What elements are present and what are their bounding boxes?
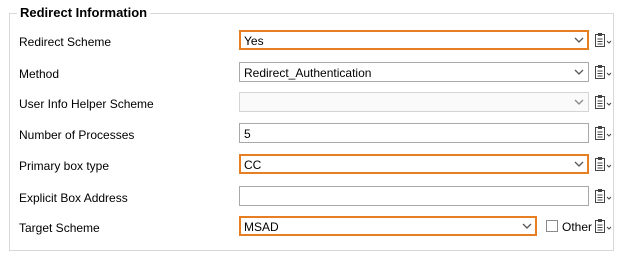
chevron-down-icon	[574, 99, 584, 105]
clipboard-menu-icon[interactable]	[594, 188, 614, 204]
explicit-box-address-input[interactable]	[239, 186, 589, 206]
other-checkbox-label: Other	[562, 220, 593, 234]
clipboard-menu-icon[interactable]	[594, 64, 614, 80]
number-of-processes-input[interactable]: 5	[239, 123, 589, 143]
row-target-scheme: Target Scheme MSAD Other	[0, 216, 625, 240]
chevron-down-icon	[574, 161, 584, 167]
clipboard-menu-icon[interactable]	[594, 94, 614, 110]
redirect-scheme-select[interactable]: Yes	[239, 30, 589, 50]
row-method: Method Redirect_Authentication	[0, 62, 625, 86]
clipboard-menu-icon[interactable]	[594, 156, 614, 172]
primary-box-type-value: CC	[244, 158, 262, 172]
target-scheme-value: MSAD	[244, 220, 279, 234]
clipboard-menu-icon[interactable]	[594, 32, 614, 48]
method-select[interactable]: Redirect_Authentication	[239, 62, 589, 82]
row-number-of-processes: Number of Processes 5	[0, 123, 625, 147]
number-of-processes-label: Number of Processes	[19, 128, 135, 142]
number-of-processes-value: 5	[244, 127, 251, 141]
clipboard-menu-icon[interactable]	[594, 125, 614, 141]
method-value: Redirect_Authentication	[244, 66, 372, 80]
row-user-info-helper-scheme: User Info Helper Scheme	[0, 92, 625, 116]
target-scheme-label: Target Scheme	[19, 221, 100, 235]
row-primary-box-type: Primary box type CC	[0, 154, 625, 178]
redirect-scheme-value: Yes	[244, 34, 264, 48]
primary-box-type-label: Primary box type	[19, 159, 110, 173]
chevron-down-icon	[522, 223, 532, 229]
clipboard-menu-icon[interactable]	[594, 218, 614, 234]
group-title: Redirect Information	[17, 5, 151, 21]
primary-box-type-select[interactable]: CC	[239, 154, 589, 174]
row-redirect-scheme: Redirect Scheme Yes	[0, 30, 625, 54]
row-explicit-box-address: Explicit Box Address	[0, 186, 625, 210]
target-scheme-select[interactable]: MSAD	[239, 216, 537, 236]
method-label: Method	[19, 67, 60, 81]
chevron-down-icon	[574, 37, 584, 43]
redirect-scheme-label: Redirect Scheme	[19, 35, 112, 49]
explicit-box-address-label: Explicit Box Address	[19, 191, 128, 205]
user-info-helper-scheme-label: User Info Helper Scheme	[19, 97, 154, 111]
other-checkbox[interactable]	[546, 220, 558, 232]
chevron-down-icon	[574, 69, 584, 75]
user-info-helper-scheme-select[interactable]	[239, 92, 589, 112]
